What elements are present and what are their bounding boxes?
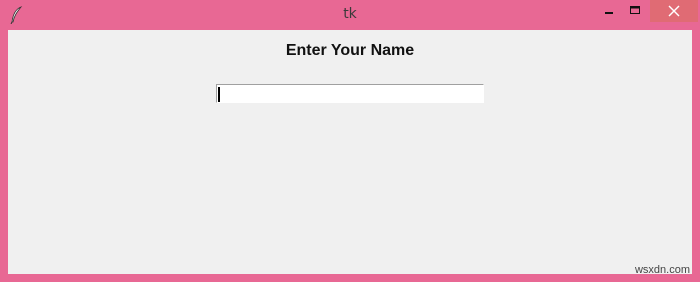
minimize-button[interactable] <box>596 0 622 22</box>
name-heading: Enter Your Name <box>285 42 415 59</box>
text-cursor <box>218 87 220 102</box>
title-bar[interactable]: tk <box>0 0 700 30</box>
name-input[interactable] <box>216 84 484 103</box>
window-title: tk <box>343 6 357 22</box>
feather-icon <box>10 6 24 25</box>
close-icon <box>668 5 680 17</box>
watermark-text: wsxdn.com <box>634 264 690 276</box>
maximize-icon <box>630 6 640 14</box>
app-window: tk Enter Your Name wsxdn.com <box>0 0 700 282</box>
client-area: Enter Your Name <box>8 30 692 274</box>
minimize-icon <box>605 12 613 14</box>
maximize-button[interactable] <box>622 0 648 22</box>
close-button[interactable] <box>650 0 698 22</box>
